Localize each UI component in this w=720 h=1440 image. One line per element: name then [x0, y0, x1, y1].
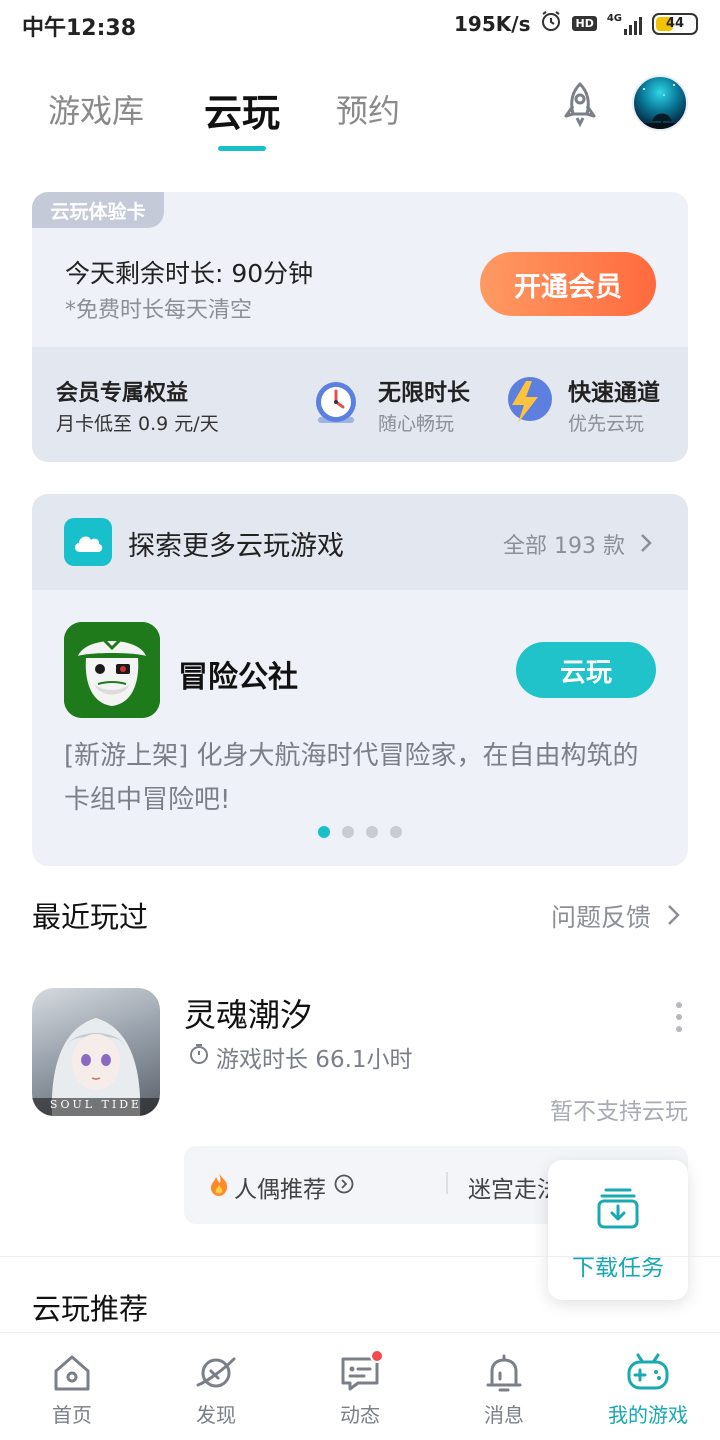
section-divider — [0, 1256, 720, 1257]
nav-my-games[interactable]: 我的游戏 — [576, 1333, 720, 1440]
featured-game-name[interactable]: 冒险公社 — [178, 652, 298, 696]
gamepad-icon — [626, 1351, 670, 1395]
carousel-dot[interactable] — [318, 826, 330, 838]
bottom-navigation: 首页 发现 动态 消息 我的游戏 — [0, 1332, 720, 1440]
nav-label: 我的游戏 — [608, 1403, 688, 1427]
rocket-icon[interactable] — [556, 80, 604, 128]
soul-tide-caption: SOUL TIDE — [49, 1098, 143, 1111]
explore-title: 探索更多云玩游戏 — [128, 531, 344, 562]
tab-game-library[interactable]: 游戏库 — [48, 86, 144, 132]
adventure-club-icon[interactable] — [64, 622, 160, 718]
recent-played-title: 最近玩过 — [32, 900, 149, 934]
feedback-link[interactable]: 问题反馈 — [551, 898, 680, 934]
network-type: 4G — [606, 12, 622, 24]
trial-card-badge: 云玩体验卡 — [32, 192, 164, 228]
benefits-title: 会员专属权益 — [56, 381, 189, 406]
all-games-count: 全部 193 款 — [503, 534, 625, 559]
recent-game-name[interactable]: 灵魂潮汐 — [184, 990, 312, 1036]
bell-icon — [482, 1351, 526, 1395]
open-vip-button[interactable]: 开通会员 — [480, 252, 656, 316]
status-time: 中午12:38 — [22, 16, 137, 41]
tag-doll-recommend[interactable]: 人偶推荐 — [208, 1170, 354, 1204]
battery-icon: 44 — [652, 12, 698, 35]
lightning-icon — [502, 375, 554, 427]
recent-game-playtime: 游戏时长 66.1小时 — [188, 1040, 413, 1074]
nav-feed[interactable]: 动态 — [288, 1333, 432, 1440]
chevron-right-icon — [640, 534, 652, 559]
carousel-dots — [318, 826, 402, 838]
explore-header[interactable]: 探索更多云玩游戏 全部 193 款 — [32, 494, 688, 590]
home-icon — [50, 1351, 94, 1395]
carousel-dot[interactable] — [390, 826, 402, 838]
benefit-fast-lane: 快速通道 — [568, 380, 660, 406]
free-time-note: *免费时长每天清空 — [65, 298, 253, 323]
alarm-clock-icon — [310, 377, 362, 429]
tab-reservation[interactable]: 预约 — [336, 86, 400, 132]
explore-cloud-games-card: 探索更多云玩游戏 全部 193 款 冒险公社 云玩 [新游上架] 化身大航海时代… — [32, 494, 688, 866]
nav-label: 首页 — [52, 1403, 92, 1427]
nav-home[interactable]: 首页 — [0, 1333, 144, 1440]
benefit-fast-lane-desc: 优先云玩 — [568, 413, 645, 435]
download-task-label: 下载任务 — [572, 1255, 664, 1281]
notification-dot — [370, 1349, 384, 1363]
tag-label: 人偶推荐 — [234, 1177, 326, 1203]
download-tray-icon — [596, 1186, 640, 1234]
cloud-recommend-title: 云玩推荐 — [32, 1292, 149, 1326]
tag-divider — [446, 1172, 448, 1194]
benefit-unlimited-time-desc: 随心畅玩 — [378, 413, 455, 435]
planet-icon — [194, 1351, 238, 1395]
nav-discover[interactable]: 发现 — [144, 1333, 288, 1440]
status-indicators: 195K/s HD 4G 44 — [454, 10, 698, 37]
fire-icon — [208, 1171, 230, 1203]
download-task-button[interactable]: 下载任务 — [548, 1160, 688, 1300]
more-options-icon[interactable] — [676, 1002, 682, 1032]
chat-icon — [338, 1349, 384, 1395]
alarm-icon — [540, 10, 562, 37]
featured-game-description: [新游上架] 化身大航海时代冒险家，在自由构筑的卡组中冒险吧! — [64, 741, 639, 815]
nav-label: 发现 — [196, 1403, 236, 1427]
nav-messages[interactable]: 消息 — [432, 1333, 576, 1440]
feedback-label: 问题反馈 — [551, 903, 652, 932]
tab-cloud-play[interactable]: 云玩 — [204, 82, 280, 137]
net-speed: 195K/s — [454, 11, 531, 36]
member-benefits[interactable]: 会员专属权益 月卡低至 0.9 元/天 无限时长 随心畅玩 快速通道 优先云玩 — [32, 347, 688, 462]
carousel-dot[interactable] — [366, 826, 378, 838]
status-bar: 中午12:38 195K/s HD 4G 44 — [0, 0, 720, 50]
cloud-play-button[interactable]: 云玩 — [516, 642, 656, 698]
playtime-text: 游戏时长 66.1小时 — [216, 1047, 413, 1073]
hd-badge: HD — [572, 16, 597, 31]
all-games-link[interactable]: 全部 193 款 — [503, 528, 652, 560]
soul-tide-icon[interactable]: SOUL TIDE — [32, 988, 160, 1116]
user-avatar[interactable] — [632, 75, 688, 131]
signal-icon: 4G — [607, 13, 642, 35]
tag-label: 迷宫走法 — [468, 1177, 560, 1203]
circle-chevron-icon — [334, 1174, 354, 1200]
nav-label: 动态 — [340, 1403, 380, 1427]
stopwatch-icon — [188, 1043, 210, 1071]
benefits-price: 月卡低至 0.9 元/天 — [56, 413, 219, 435]
cloud-unsupported-label: 暂不支持云玩 — [550, 1099, 688, 1125]
battery-level: 44 — [665, 16, 685, 31]
nav-label: 消息 — [484, 1403, 524, 1427]
remaining-time: 今天剩余时长: 90分钟 — [65, 259, 314, 288]
benefit-unlimited-time: 无限时长 — [378, 380, 470, 406]
active-tab-indicator — [218, 146, 266, 151]
chevron-right-icon — [667, 903, 680, 932]
cloud-icon — [64, 518, 112, 566]
tag-maze-route[interactable]: 迷宫走法 — [468, 1170, 560, 1204]
carousel-dot[interactable] — [342, 826, 354, 838]
cloud-trial-card: 云玩体验卡 今天剩余时长: 90分钟 *免费时长每天清空 开通会员 会员专属权益… — [32, 192, 688, 462]
